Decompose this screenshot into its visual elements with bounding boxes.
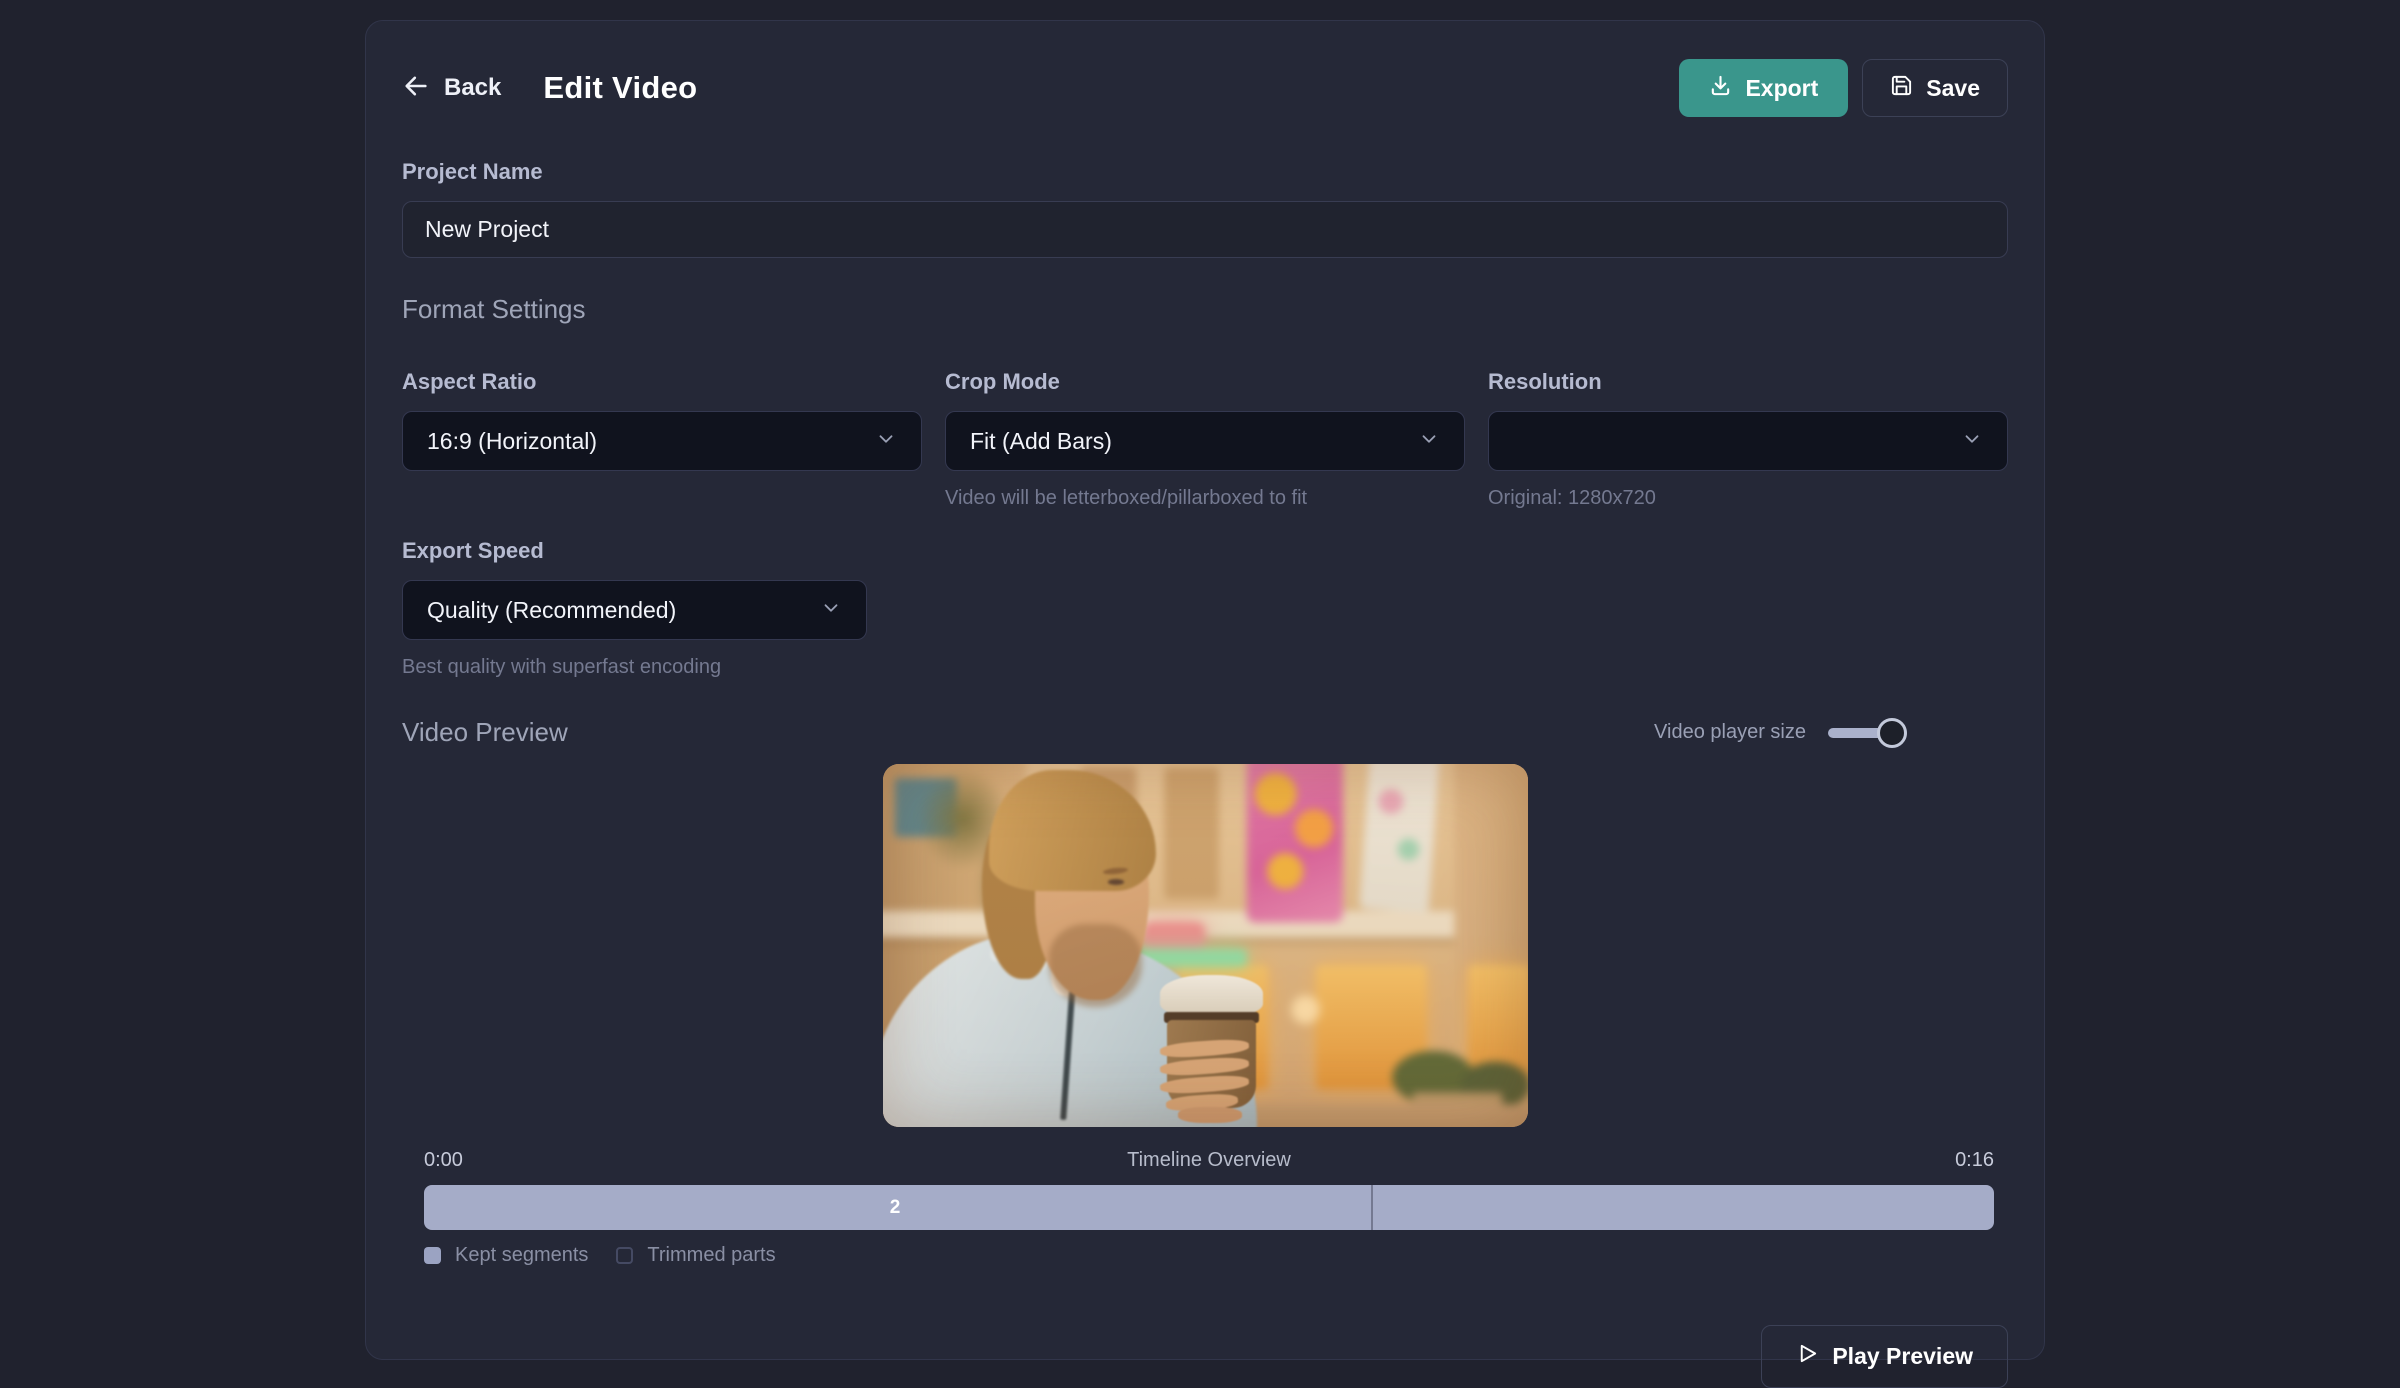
save-icon <box>1890 74 1913 103</box>
crop-mode-label: Crop Mode <box>945 369 1465 395</box>
project-name-label: Project Name <box>402 159 2008 185</box>
player-size-label: Video player size <box>1654 721 1806 744</box>
format-settings-heading: Format Settings <box>402 294 2008 325</box>
export-speed-helper: Best quality with superfast encoding <box>402 656 2008 679</box>
timeline-divider <box>1371 1185 1373 1230</box>
chevron-down-icon <box>1418 428 1440 455</box>
chevron-down-icon <box>1961 428 1983 455</box>
resolution-select[interactable] <box>1488 411 2008 471</box>
save-button-label: Save <box>1926 75 1980 102</box>
play-preview-label: Play Preview <box>1832 1343 1973 1370</box>
player-size-slider[interactable] <box>1828 728 1894 738</box>
timeline-title: Timeline Overview <box>674 1149 1744 1172</box>
chevron-down-icon <box>875 428 897 455</box>
download-icon <box>1709 74 1732 103</box>
export-speed-select[interactable]: Quality (Recommended) <box>402 580 867 640</box>
kept-segments-label: Kept segments <box>455 1244 588 1267</box>
crop-mode-select[interactable]: Fit (Add Bars) <box>945 411 1465 471</box>
video-preview-heading: Video Preview <box>402 717 1654 748</box>
aspect-ratio-value: 16:9 (Horizontal) <box>427 428 597 455</box>
timeline-end-time: 0:16 <box>1744 1149 1994 1172</box>
back-button[interactable]: Back <box>402 72 501 105</box>
play-preview-button[interactable]: Play Preview <box>1761 1325 2008 1388</box>
video-preview-frame <box>883 764 1528 1127</box>
timeline-segment-label: 2 <box>890 1197 901 1219</box>
export-button-label: Export <box>1745 75 1818 102</box>
resolution-label: Resolution <box>1488 369 2008 395</box>
trimmed-parts-swatch <box>616 1247 633 1264</box>
back-label: Back <box>444 74 501 102</box>
crop-mode-value: Fit (Add Bars) <box>970 428 1112 455</box>
header: Back Edit Video Export Save <box>402 59 2008 117</box>
crop-mode-helper: Video will be letterboxed/pillarboxed to… <box>945 487 1465 510</box>
aspect-ratio-label: Aspect Ratio <box>402 369 922 395</box>
aspect-ratio-select[interactable]: 16:9 (Horizontal) <box>402 411 922 471</box>
resolution-helper: Original: 1280x720 <box>1488 487 2008 510</box>
trimmed-parts-label: Trimmed parts <box>647 1244 775 1267</box>
export-button[interactable]: Export <box>1679 59 1848 117</box>
project-name-input[interactable] <box>402 201 2008 258</box>
kept-segments-swatch <box>424 1247 441 1264</box>
timeline-bar[interactable]: 2 <box>424 1185 1994 1230</box>
edit-video-panel: Back Edit Video Export Save Project Name… <box>365 20 2045 1360</box>
page-title: Edit Video <box>543 70 697 106</box>
export-speed-value: Quality (Recommended) <box>427 597 676 624</box>
export-speed-label: Export Speed <box>402 538 2008 564</box>
back-arrow-icon <box>402 72 430 105</box>
save-button[interactable]: Save <box>1862 59 2008 117</box>
slider-thumb-icon[interactable] <box>1877 718 1907 748</box>
play-icon <box>1796 1342 1819 1371</box>
timeline-start-time: 0:00 <box>424 1149 674 1172</box>
chevron-down-icon <box>820 597 842 624</box>
